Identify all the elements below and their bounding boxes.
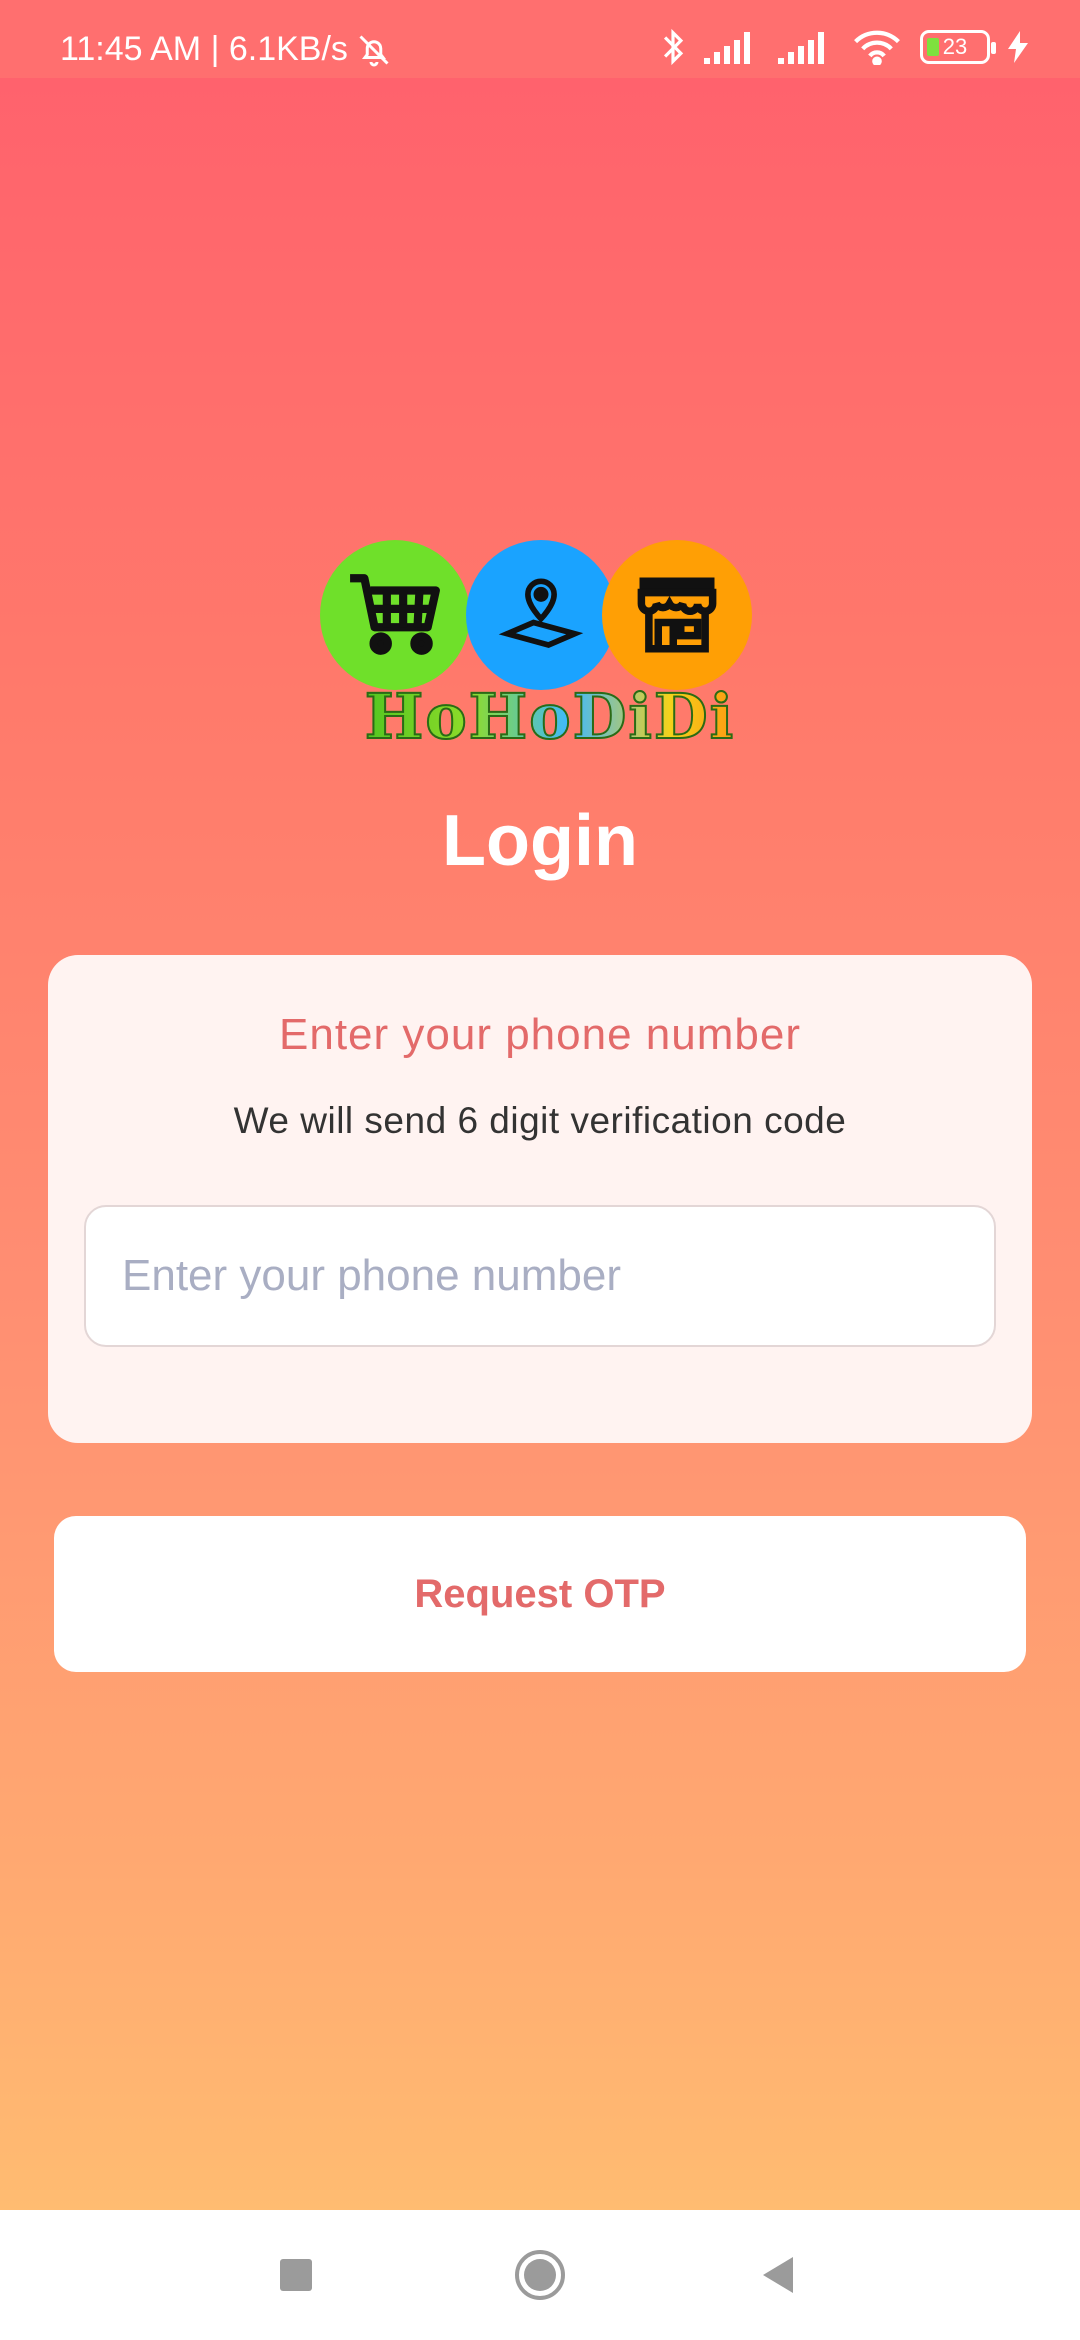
recent-apps-button[interactable] xyxy=(266,2245,326,2305)
battery-level: 23 xyxy=(942,34,968,59)
wifi-icon xyxy=(852,29,902,65)
bluetooth-icon xyxy=(660,28,686,66)
shopping-cart-icon xyxy=(346,570,444,660)
home-button[interactable] xyxy=(510,2245,570,2305)
card-heading: Enter your phone number xyxy=(279,1010,801,1059)
status-left: 11:45 AM | 6.1KB/s xyxy=(60,30,392,69)
system-nav-bar xyxy=(0,2210,1080,2340)
app-logo: HoHoDiDi xyxy=(320,540,752,755)
back-button[interactable] xyxy=(748,2245,808,2305)
status-bar: 11:45 AM | 6.1KB/s 23 xyxy=(0,0,1080,78)
phone-card: Enter your phone number We will send 6 d… xyxy=(48,955,1032,1443)
page-title: Login xyxy=(442,801,638,881)
back-triangle-icon xyxy=(759,2255,797,2295)
logo-circle-location xyxy=(466,540,616,690)
request-otp-button[interactable]: Request OTP xyxy=(54,1516,1026,1672)
circle-icon xyxy=(513,2248,567,2302)
logo-wordmark: HoHoDiDi xyxy=(350,679,750,754)
logo-circle-store xyxy=(602,540,752,690)
storefront-icon xyxy=(632,570,722,660)
logo-circle-cart xyxy=(320,540,470,690)
charging-icon xyxy=(1008,31,1028,63)
signal-icon xyxy=(778,30,834,64)
phone-number-input[interactable] xyxy=(84,1205,996,1347)
mute-bell-icon xyxy=(356,32,392,68)
status-right: 23 xyxy=(660,28,1028,66)
status-time-speed: 11:45 AM | 6.1KB/s xyxy=(60,30,348,68)
location-pin-icon xyxy=(496,570,586,660)
square-icon xyxy=(278,2257,314,2293)
battery-icon: 23 xyxy=(920,30,996,64)
card-subtext: We will send 6 digit verification code xyxy=(233,1100,847,1141)
login-screen: 11:45 AM | 6.1KB/s 23 HoHoDiDi Login Ent… xyxy=(0,0,1080,2340)
signal-icon xyxy=(704,30,760,64)
